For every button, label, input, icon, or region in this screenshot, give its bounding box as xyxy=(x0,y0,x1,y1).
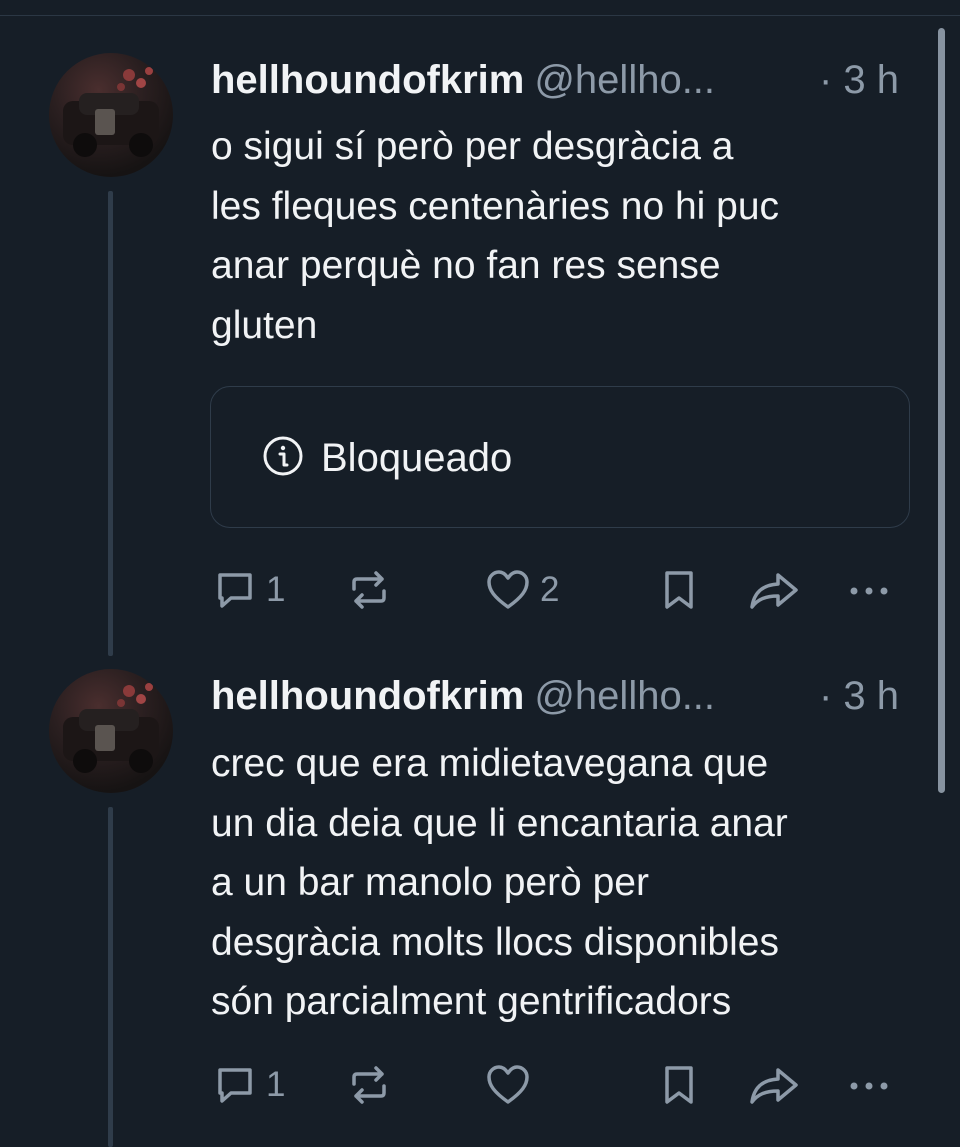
avatar[interactable] xyxy=(49,669,173,793)
reply-icon xyxy=(212,567,258,613)
reply-count: 1 xyxy=(266,570,286,609)
post-text-line: o sigui sí però per desgràcia a xyxy=(211,125,734,168)
reply-button[interactable]: 1 xyxy=(212,565,285,615)
share-icon xyxy=(748,567,800,613)
share-icon xyxy=(748,1062,800,1108)
post-text-line: a un bar manolo però per xyxy=(211,861,649,904)
post-actions: 1 2 xyxy=(0,565,930,615)
more-icon xyxy=(846,567,892,613)
post-text-line: anar perquè no fan res sense xyxy=(211,244,721,287)
reply-button[interactable]: 1 xyxy=(212,1060,285,1110)
repost-icon xyxy=(346,567,392,613)
blocked-embed-card[interactable]: Bloqueado xyxy=(210,386,910,528)
bookmark-icon xyxy=(659,1062,699,1108)
scrollbar[interactable] xyxy=(938,28,945,793)
reply-icon xyxy=(212,1062,258,1108)
post-header: hellhoundofkrim @hellho... · 3 h xyxy=(211,56,911,104)
post-text-line: desgràcia molts llocs disponibles xyxy=(211,920,779,964)
reply-count: 1 xyxy=(266,1065,286,1104)
thread-screen: hellhoundofkrim @hellho... · 3 h o sigui … xyxy=(0,0,960,1147)
top-divider xyxy=(0,15,960,16)
repost-icon xyxy=(346,1062,392,1108)
like-count: 2 xyxy=(540,570,560,609)
post-text: o sigui sí però per desgràcia a les fleq… xyxy=(211,117,926,355)
post-text-line: crec que era midietavegana que xyxy=(211,742,769,785)
post-time[interactable]: · 3 h xyxy=(819,672,899,720)
post-text-line: gluten xyxy=(211,303,318,347)
author-name[interactable]: hellhoundofkrim xyxy=(211,58,524,102)
bookmark-button[interactable] xyxy=(659,565,699,615)
like-button[interactable]: 2 xyxy=(484,565,559,615)
heart-icon xyxy=(484,567,532,613)
like-button[interactable] xyxy=(484,1060,540,1110)
author-handle[interactable]: @hellho... xyxy=(534,674,715,718)
blocked-label: Bloqueado xyxy=(321,435,513,480)
avatar[interactable] xyxy=(49,53,173,177)
post-text-line: són parcialment gentrificadors xyxy=(211,980,732,1023)
post-text-line: un dia deia que li encantaria anar xyxy=(211,801,788,845)
more-icon xyxy=(846,1062,892,1108)
post-text: crec que era midietavegana que un dia de… xyxy=(211,734,926,1032)
more-button[interactable] xyxy=(846,1060,892,1110)
author-handle[interactable]: @hellho... xyxy=(534,58,715,102)
post-actions: 1 xyxy=(0,1060,930,1110)
heart-icon xyxy=(484,1062,532,1108)
more-button[interactable] xyxy=(846,565,892,615)
info-icon xyxy=(259,432,307,485)
bookmark-icon xyxy=(659,567,699,613)
repost-button[interactable] xyxy=(346,565,400,615)
post-time[interactable]: · 3 h xyxy=(819,56,899,104)
bookmark-button[interactable] xyxy=(659,1060,699,1110)
repost-button[interactable] xyxy=(346,1060,400,1110)
post-text-line: les fleques centenàries no hi puc xyxy=(211,184,780,228)
post-header: hellhoundofkrim @hellho... · 3 h xyxy=(211,672,911,720)
share-button[interactable] xyxy=(748,565,800,615)
share-button[interactable] xyxy=(748,1060,800,1110)
author-name[interactable]: hellhoundofkrim xyxy=(211,674,524,718)
